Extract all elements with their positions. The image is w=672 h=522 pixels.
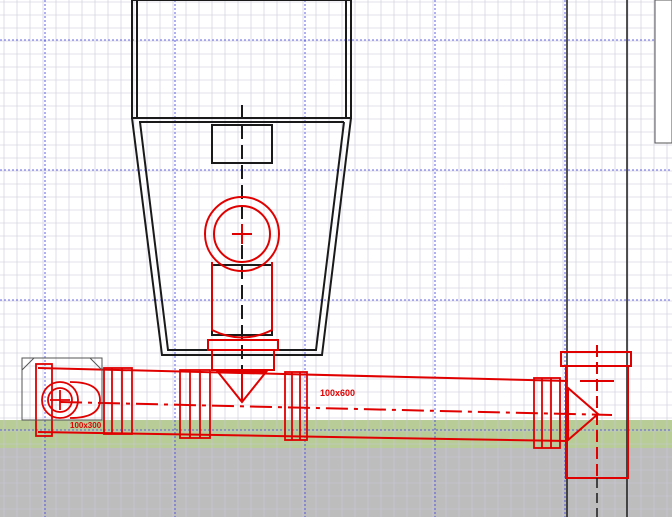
pipe-short-label: 100x300 (70, 421, 102, 430)
pipe-long-label: 100x600 (320, 388, 355, 398)
cad-drawing-canvas[interactable]: 100x600 100x300 (0, 0, 672, 517)
right-edge-panel (654, 0, 672, 144)
cad-drawing: 100x600 100x300 (0, 0, 672, 517)
concrete-band (0, 448, 672, 517)
